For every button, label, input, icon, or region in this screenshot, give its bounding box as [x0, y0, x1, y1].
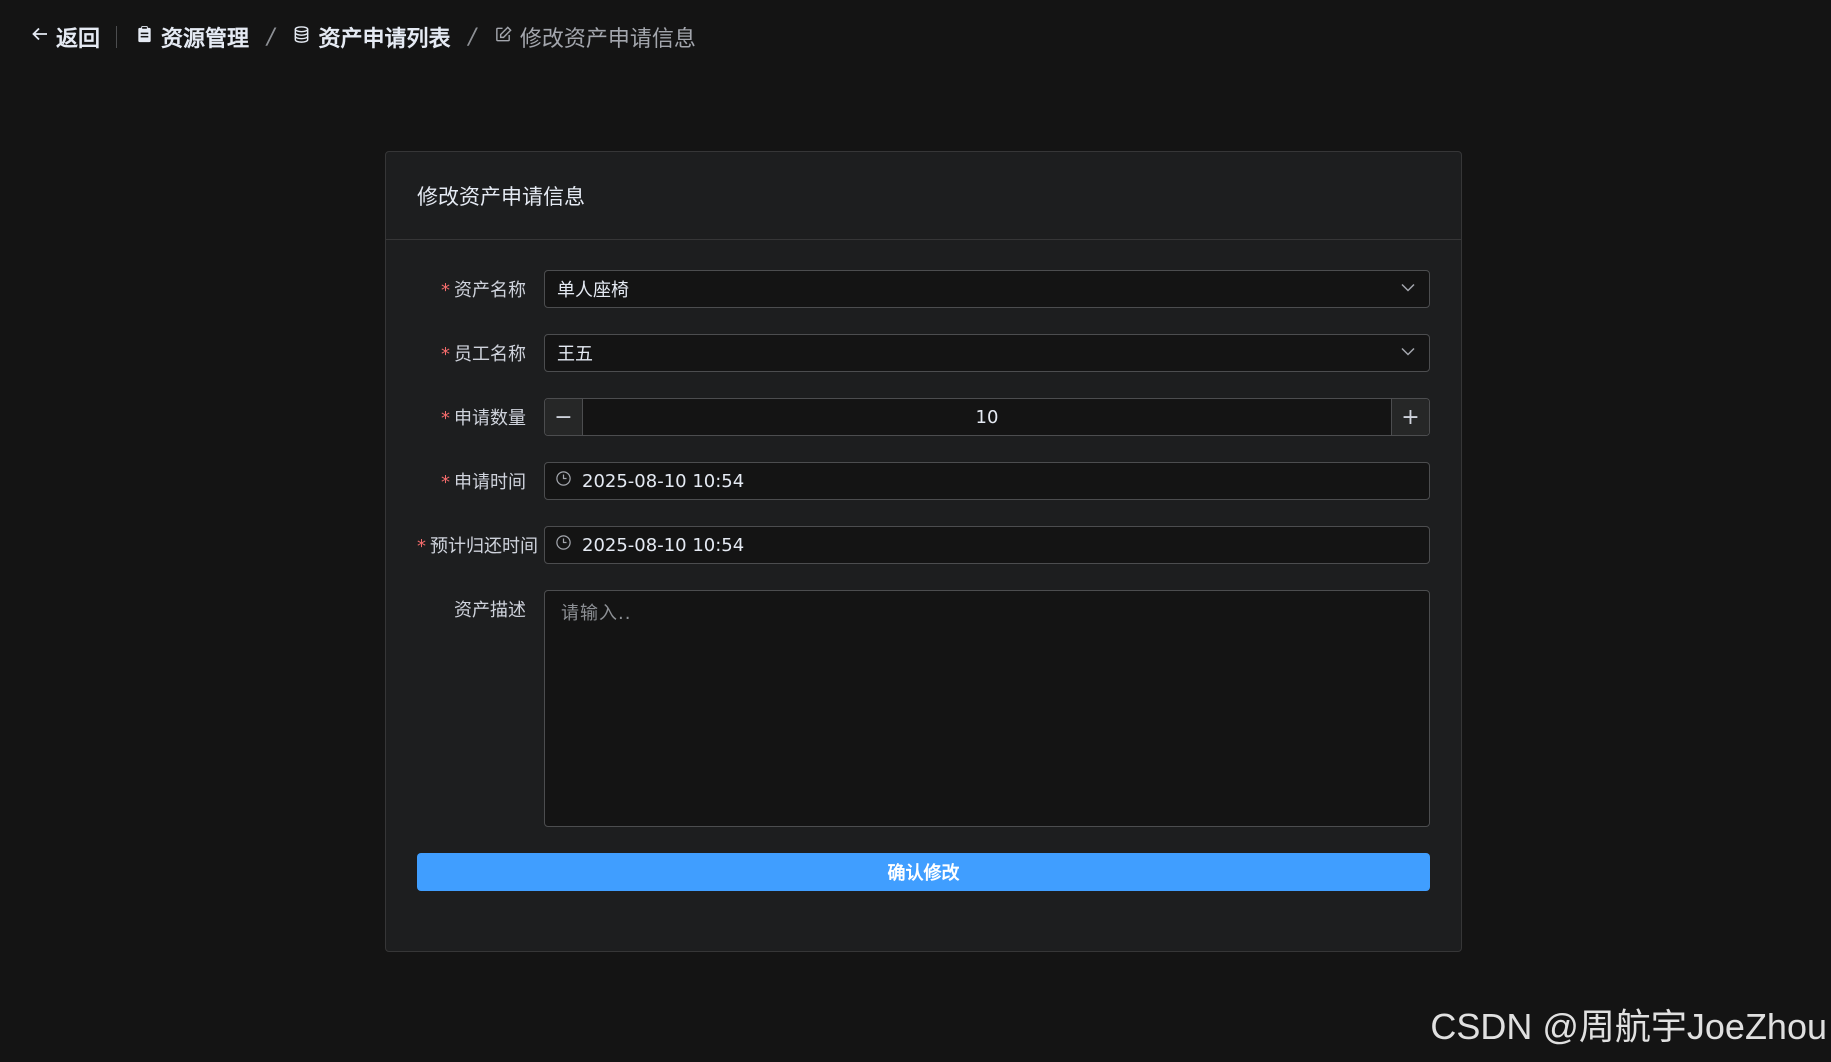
increment-button[interactable]: +	[1391, 399, 1429, 435]
decrement-button[interactable]: −	[545, 399, 583, 435]
form-row-return-time: * 预计归还时间 2025-08-10 10:54	[417, 526, 1430, 564]
required-mark: *	[441, 280, 450, 301]
apply-time-picker[interactable]: 2025-08-10 10:54	[544, 462, 1430, 500]
edit-icon	[494, 25, 513, 50]
clipboard-icon	[135, 25, 154, 50]
required-mark: *	[441, 472, 450, 493]
quantity-input[interactable]: 10	[583, 407, 1391, 428]
breadcrumb-item-current: 修改资产申请信息	[494, 21, 696, 53]
edit-form: * 资产名称 单人座椅 * 员工名称 王五 * 申请数量 − 10 + * 申请…	[386, 240, 1461, 891]
label-text: 申请数量	[454, 408, 526, 429]
required-mark: *	[441, 408, 450, 429]
form-row-asset-name: * 资产名称 单人座椅	[417, 270, 1430, 308]
return-time-value: 2025-08-10 10:54	[582, 534, 745, 556]
employee-name-value: 王五	[557, 344, 593, 365]
form-row-description: 资产描述 请输入..	[417, 590, 1430, 827]
clock-icon	[555, 534, 572, 556]
form-row-quantity: * 申请数量 − 10 +	[417, 398, 1430, 436]
employee-name-select[interactable]: 王五	[544, 334, 1430, 372]
quantity-stepper[interactable]: − 10 +	[544, 398, 1430, 436]
employee-name-label: * 员工名称	[417, 340, 544, 366]
asset-name-value: 单人座椅	[557, 280, 629, 301]
breadcrumb-separator: /	[468, 24, 476, 50]
breadcrumb-label: 资产申请列表	[318, 27, 451, 52]
edit-card: 修改资产申请信息 * 资产名称 单人座椅 * 员工名称 王五 * 申请数量 − …	[385, 151, 1462, 952]
breadcrumb-label: 修改资产申请信息	[519, 27, 696, 52]
label-text: 申请时间	[454, 472, 526, 493]
breadcrumb-item-apply-list[interactable]: 资产申请列表	[292, 21, 450, 53]
card-title: 修改资产申请信息	[386, 152, 1461, 240]
form-row-employee-name: * 员工名称 王五	[417, 334, 1430, 372]
required-mark: *	[441, 344, 450, 365]
asset-name-select[interactable]: 单人座椅	[544, 270, 1430, 308]
required-mark: *	[417, 536, 426, 557]
return-time-label: * 预计归还时间	[417, 532, 544, 558]
return-time-picker[interactable]: 2025-08-10 10:54	[544, 526, 1430, 564]
asset-name-label: * 资产名称	[417, 276, 544, 302]
breadcrumb-item-resource[interactable]: 资源管理	[135, 21, 249, 53]
divider	[116, 26, 118, 48]
label-text: 预计归还时间	[430, 536, 538, 557]
arrow-left-icon	[30, 24, 50, 50]
chevron-down-icon	[1399, 342, 1417, 365]
apply-time-label: * 申请时间	[417, 468, 544, 494]
label-text: 员工名称	[454, 344, 526, 365]
label-text: 资产名称	[454, 280, 526, 301]
confirm-edit-button[interactable]: 确认修改	[417, 853, 1430, 891]
watermark: CSDN @周航宇JoeZhou	[1430, 1006, 1827, 1047]
breadcrumb-label: 资源管理	[161, 27, 250, 52]
chevron-down-icon	[1399, 278, 1417, 301]
description-textarea[interactable]: 请输入..	[544, 590, 1430, 827]
form-row-apply-time: * 申请时间 2025-08-10 10:54	[417, 462, 1430, 500]
breadcrumb-separator: /	[267, 24, 275, 50]
quantity-label: * 申请数量	[417, 404, 544, 430]
description-label: 资产描述	[454, 600, 526, 621]
breadcrumb: 返回 资源管理 / 资产申请列表 / 修改资产申请信息	[30, 18, 696, 56]
clock-icon	[555, 470, 572, 492]
database-icon	[292, 25, 311, 50]
apply-time-value: 2025-08-10 10:54	[582, 470, 745, 492]
back-button[interactable]: 返回	[30, 21, 100, 53]
back-label: 返回	[56, 27, 101, 52]
